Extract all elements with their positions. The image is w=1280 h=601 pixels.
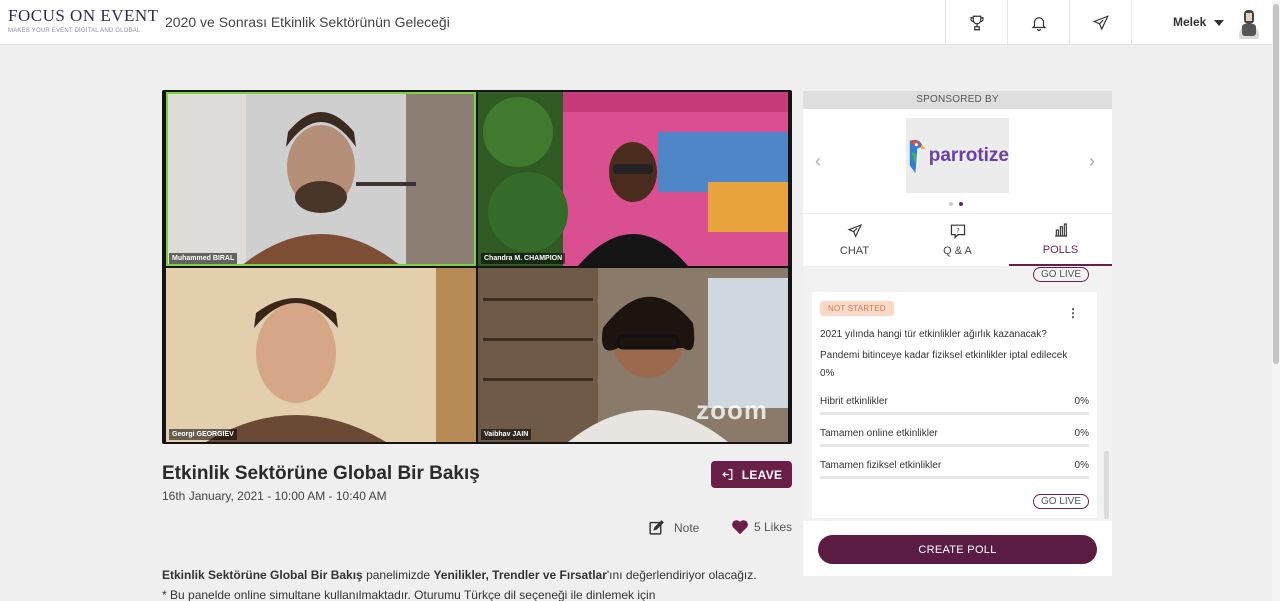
participant-name: Georgi GEORGIEV bbox=[169, 429, 237, 440]
panel-tabs: CHAT ? Q & A POLLS bbox=[803, 213, 1112, 266]
sponsor-name: parrotize bbox=[928, 144, 1009, 166]
event-title: 2020 ve Sonrası Etkinlik Sektörünün Gele… bbox=[165, 14, 450, 30]
participant-name: Vaibhav JAIN bbox=[481, 429, 532, 440]
participant-tile[interactable]: zoom Vaibhav JAIN bbox=[478, 268, 788, 442]
zoom-watermark: zoom bbox=[696, 395, 768, 425]
carousel-dots bbox=[949, 202, 963, 206]
user-menu[interactable]: Melek bbox=[1131, 0, 1272, 45]
leave-button[interactable]: LEAVE bbox=[711, 461, 792, 488]
poll-option[interactable]: Tamamen online etkinlikler 0% bbox=[820, 428, 1089, 447]
messages-button[interactable] bbox=[1069, 0, 1131, 45]
trophy-icon bbox=[969, 15, 984, 30]
side-panel: SPONSORED BY ‹ parrotize › CHAT ? Q & A … bbox=[803, 91, 1112, 576]
trophy-button[interactable] bbox=[945, 0, 1007, 45]
create-poll-button[interactable]: CREATE POLL bbox=[818, 535, 1097, 564]
tab-polls[interactable]: POLLS bbox=[1009, 214, 1112, 266]
participant-name: Chandra M. CHAMPION bbox=[481, 253, 566, 264]
logo-tagline: MAKES YOUR EVENT DIGITAL AND GLOBAL bbox=[8, 28, 141, 34]
go-live-button[interactable]: GO LIVE bbox=[1033, 494, 1089, 509]
sponsored-by-header: SPONSORED BY bbox=[803, 91, 1112, 109]
poll-option-bar bbox=[820, 412, 1089, 415]
page-scrollbar-thumb[interactable] bbox=[1273, 4, 1279, 364]
likes-count: 5 Likes bbox=[754, 520, 793, 534]
logo-text: FOCUS ON EVENT bbox=[8, 6, 159, 25]
logo[interactable]: FOCUS ON EVENT MAKES YOUR EVENT DIGITAL … bbox=[8, 6, 159, 35]
carousel-dot-active[interactable] bbox=[959, 202, 963, 206]
poll-option-label: Tamamen online etkinlikler bbox=[820, 428, 938, 439]
poll-option[interactable]: Tamamen fiziksel etkinlikler 0% bbox=[820, 460, 1089, 479]
participant-name: Muhammed BIRAL bbox=[169, 253, 238, 264]
session-title: Etkinlik Sektörüne Global Bir Bakış bbox=[162, 463, 480, 484]
chevron-right-icon[interactable]: › bbox=[1089, 151, 1095, 172]
send-icon bbox=[1092, 14, 1109, 30]
participant-video bbox=[478, 92, 788, 266]
like-button[interactable]: 5 Likes bbox=[731, 519, 792, 535]
video-conference[interactable]: Muhammed BIRAL Chandra M. CHAMPION Georg… bbox=[162, 90, 792, 444]
tab-label: Q & A bbox=[943, 245, 972, 257]
svg-text:?: ? bbox=[956, 226, 960, 234]
session-description: Etkinlik Sektörüne Global Bir Bakış pane… bbox=[162, 565, 802, 601]
tab-label: CHAT bbox=[839, 245, 870, 257]
poll-option-label: Hibrit etkinlikler bbox=[820, 396, 888, 407]
send-icon bbox=[847, 223, 862, 238]
poll-option-percent: 0% bbox=[1074, 428, 1089, 439]
participant-tile[interactable]: Chandra M. CHAMPION bbox=[478, 92, 788, 266]
poll-option-bar bbox=[820, 444, 1089, 447]
poll-question: 2021 yılında hangi tür etkinlikler ağırl… bbox=[820, 329, 1047, 340]
edit-note-icon bbox=[649, 520, 664, 535]
page-scrollbar[interactable] bbox=[1272, 0, 1280, 601]
polls-scrollbar[interactable] bbox=[1104, 451, 1109, 519]
tab-qa[interactable]: ? Q & A bbox=[906, 214, 1009, 266]
poll-option-percent: 0% bbox=[1074, 460, 1089, 471]
poll-option-percent: 0% bbox=[820, 368, 835, 379]
polls-list[interactable]: GO LIVE NOT STARTED ⋮ 2021 yılında hangi… bbox=[803, 266, 1112, 521]
note-button[interactable]: Note bbox=[648, 519, 699, 536]
exit-icon bbox=[722, 469, 733, 480]
participant-tile[interactable]: Muhammed BIRAL bbox=[166, 92, 476, 266]
notifications-button[interactable] bbox=[1007, 0, 1069, 45]
leave-label: LEAVE bbox=[741, 467, 783, 482]
parrot-icon bbox=[909, 139, 926, 173]
tab-label: POLLS bbox=[1042, 244, 1079, 256]
user-name: Melek bbox=[1173, 15, 1207, 29]
bar-chart-icon bbox=[1054, 223, 1067, 237]
description-line-1: Etkinlik Sektörüne Global Bir Bakış pane… bbox=[162, 568, 757, 582]
poll-option-label: Tamamen fiziksel etkinlikler bbox=[820, 460, 942, 471]
poll-option-percent: 0% bbox=[1074, 396, 1089, 407]
poll-option[interactable]: Pandemi bitinceye kadar fiziksel etkinli… bbox=[820, 350, 1089, 379]
session-date: 16th January, 2021 - 10:00 AM - 10:40 AM bbox=[162, 489, 387, 503]
carousel-dot[interactable] bbox=[949, 202, 953, 206]
question-icon: ? bbox=[950, 224, 965, 239]
participant-video bbox=[166, 92, 476, 266]
poll-option-bar bbox=[820, 476, 1089, 479]
bell-icon bbox=[1031, 16, 1046, 31]
sponsor-logo[interactable]: parrotize bbox=[906, 118, 1009, 193]
chevron-down-icon bbox=[1214, 20, 1224, 26]
participant-video bbox=[166, 268, 476, 442]
poll-option[interactable]: Hibrit etkinlikler 0% bbox=[820, 396, 1089, 415]
status-badge: NOT STARTED bbox=[820, 301, 894, 316]
tab-chat[interactable]: CHAT bbox=[803, 214, 906, 266]
note-label: Note bbox=[674, 520, 700, 535]
poll-option-label: Pandemi bitinceye kadar fiziksel etkinli… bbox=[820, 350, 1068, 361]
chevron-left-icon[interactable]: ‹ bbox=[815, 151, 821, 172]
heart-icon bbox=[732, 520, 748, 535]
more-options-icon[interactable]: ⋮ bbox=[1067, 306, 1079, 320]
description-line-2: * Bu panelde online simultane kullanılma… bbox=[162, 588, 656, 601]
go-live-button[interactable]: GO LIVE bbox=[1033, 267, 1089, 282]
avatar bbox=[1239, 10, 1259, 39]
participant-tile[interactable]: Georgi GEORGIEV bbox=[166, 268, 476, 442]
top-bar: FOCUS ON EVENT MAKES YOUR EVENT DIGITAL … bbox=[0, 0, 1272, 45]
poll-card: NOT STARTED ⋮ 2021 yılında hangi tür etk… bbox=[812, 292, 1097, 518]
